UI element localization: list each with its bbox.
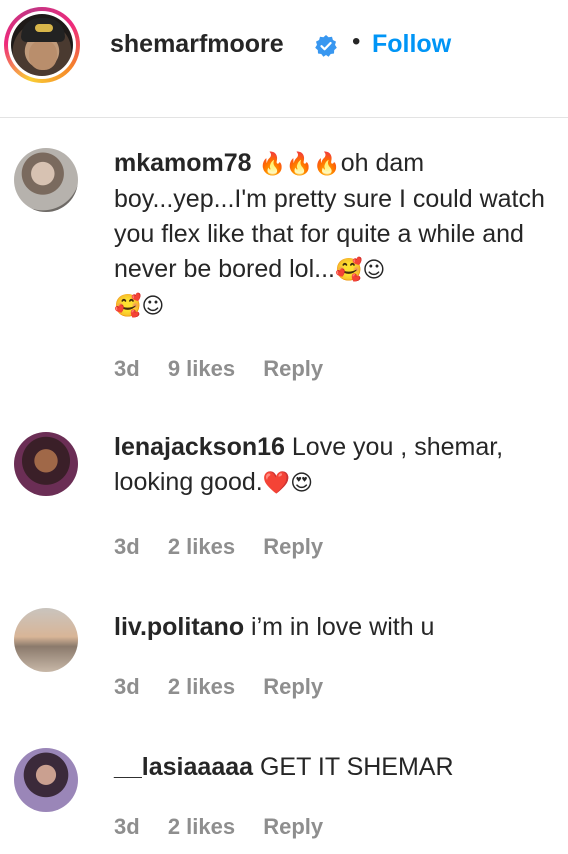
smiling-hearts-emoji-2: 🥰☺: [114, 294, 165, 319]
story-ring-inner: [8, 11, 76, 79]
comment-avatar[interactable]: [14, 748, 78, 812]
reply-button[interactable]: Reply: [263, 534, 323, 559]
post-username[interactable]: shemarfmoore: [110, 30, 284, 59]
verified-badge-icon: [315, 35, 337, 57]
comment-time[interactable]: 3d: [114, 356, 140, 381]
comment-time[interactable]: 3d: [114, 534, 140, 559]
comment-avatar[interactable]: [14, 432, 78, 496]
comment-avatar[interactable]: [14, 608, 78, 672]
comment-text: mkamom78 🔥🔥🔥oh dam boy...yep...I'm prett…: [114, 146, 554, 324]
reply-button[interactable]: Reply: [263, 356, 323, 381]
like-count[interactable]: 2 likes: [168, 534, 235, 559]
comment-body: i’m in love with u: [251, 613, 435, 641]
comment-time[interactable]: 3d: [114, 674, 140, 699]
avatar[interactable]: [11, 14, 73, 76]
comment-meta: 3d 2 likes Reply: [114, 534, 345, 560]
avatar-face: [29, 40, 57, 70]
comment-text: lenajackson16 Love you , shemar, looking…: [114, 430, 554, 501]
like-count[interactable]: 2 likes: [168, 814, 235, 839]
comment-username[interactable]: lenajackson16: [114, 433, 285, 461]
comment-text: liv.politano i’m in love with u: [114, 610, 554, 645]
reply-button[interactable]: Reply: [263, 814, 323, 839]
comment-avatar[interactable]: [14, 148, 78, 212]
follow-button[interactable]: Follow: [372, 30, 451, 59]
reply-button[interactable]: Reply: [263, 674, 323, 699]
story-ring[interactable]: [4, 7, 80, 83]
comment-meta: 3d 9 likes Reply: [114, 356, 345, 382]
comment-meta: 3d 2 likes Reply: [114, 674, 345, 700]
comment-meta: 3d 2 likes Reply: [114, 814, 345, 840]
avatar-cap: [21, 18, 65, 42]
like-count[interactable]: 9 likes: [168, 356, 235, 381]
smiling-hearts-emoji: 🥰☺: [334, 258, 386, 283]
comment-text: __lasiaaaaa GET IT SHEMAR: [114, 750, 554, 785]
comment-username[interactable]: __lasiaaaaa: [114, 753, 253, 781]
fire-emoji: 🔥🔥🔥: [258, 152, 341, 177]
comment-time[interactable]: 3d: [114, 814, 140, 839]
post-header: shemarfmoore • Follow: [0, 0, 568, 118]
separator-dot: •: [352, 28, 361, 55]
comment-username[interactable]: mkamom78: [114, 149, 252, 177]
comment-body: GET IT SHEMAR: [259, 753, 454, 781]
like-count[interactable]: 2 likes: [168, 674, 235, 699]
heart-eyes-emoji: ❤️😍: [262, 471, 314, 496]
comment-username[interactable]: liv.politano: [114, 613, 244, 641]
